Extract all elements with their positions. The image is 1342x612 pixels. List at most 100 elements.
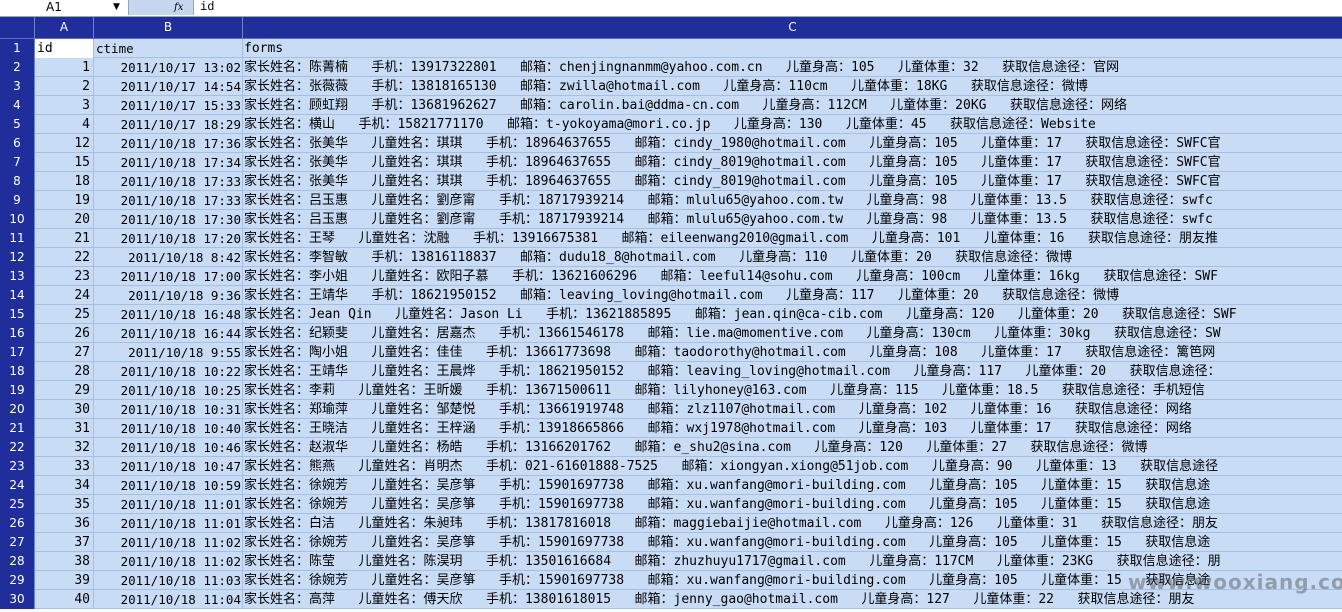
cell-ctime[interactable]: 2011/10/18 16:44 <box>94 324 243 343</box>
cell-ctime[interactable]: 2011/10/18 10:46 <box>94 438 243 457</box>
cell-id[interactable]: 35 <box>35 495 94 514</box>
cell-forms[interactable]: 家长姓名：徐婉芳 儿童姓名：吴彦箏 手机：15901697738 邮箱：xu.w… <box>243 476 1342 495</box>
row-header[interactable]: 8 <box>0 172 35 191</box>
row-header[interactable]: 26 <box>0 514 35 533</box>
cell-forms[interactable]: 家长姓名：吕玉惠 儿童姓名：劉彦甯 手机：18717939214 邮箱：mlul… <box>243 191 1342 210</box>
cell-id[interactable]: 32 <box>35 438 94 457</box>
row-header[interactable]: 25 <box>0 495 35 514</box>
cell-ctime[interactable]: 2011/10/18 17:33 <box>94 172 243 191</box>
row-header[interactable]: 27 <box>0 533 35 552</box>
cell-forms[interactable]: 家长姓名：徐婉芳 儿童姓名：吴彦箏 手机：15901697738 邮箱：xu.w… <box>243 495 1342 514</box>
row-header[interactable]: 29 <box>0 571 35 590</box>
row-header[interactable]: 24 <box>0 476 35 495</box>
cell-forms[interactable]: 家长姓名：徐婉芳 儿童姓名：吴彦箏 手机：15901697738 邮箱：xu.w… <box>243 533 1342 552</box>
cell-ctime[interactable]: 2011/10/18 11:01 <box>94 514 243 533</box>
column-header-c[interactable]: C <box>243 17 1342 38</box>
cell-ctime[interactable]: 2011/10/18 16:48 <box>94 305 243 324</box>
cell-ctime[interactable]: 2011/10/17 13:02 <box>94 58 243 77</box>
cell-id[interactable]: 33 <box>35 457 94 476</box>
cell-forms[interactable]: 家长姓名：陈菁楠 手机：13917322801 邮箱：chenjingnanmm… <box>243 58 1342 77</box>
cell-forms[interactable]: 家长姓名：张美华 儿童姓名：琪琪 手机：18964637655 邮箱：cindy… <box>243 153 1342 172</box>
row-header[interactable]: 1 <box>0 39 35 58</box>
name-box[interactable]: A1 ▼ <box>0 0 129 15</box>
cell-forms[interactable]: 家长姓名：李小姐 儿童姓名：欧阳子慕 手机：13621606296 邮箱：lee… <box>243 267 1342 286</box>
cell-id[interactable]: 37 <box>35 533 94 552</box>
column-header-b[interactable]: B <box>94 17 243 38</box>
cell-ctime[interactable]: 2011/10/18 17:00 <box>94 267 243 286</box>
column-header-a[interactable]: A <box>35 17 94 38</box>
cell-forms[interactable]: 家长姓名：张美华 儿童姓名：琪琪 手机：18964637655 邮箱：cindy… <box>243 172 1342 191</box>
row-header[interactable]: 12 <box>0 248 35 267</box>
cell-forms[interactable]: 家长姓名：顾虹翔 手机：13681962627 邮箱：carolin.bai@d… <box>243 96 1342 115</box>
cell-ctime[interactable]: 2011/10/18 9:55 <box>94 343 243 362</box>
cell-forms[interactable]: 家长姓名：吕玉惠 儿童姓名：劉彦甯 手机：18717939214 邮箱：mlul… <box>243 210 1342 229</box>
cell-b1[interactable]: ctime <box>94 39 243 58</box>
cell-forms[interactable]: 家长姓名：王琴 儿童姓名：沈融 手机：13916675381 邮箱：eileen… <box>243 229 1342 248</box>
cell-forms[interactable]: 家长姓名：陈莹 儿童姓名：陈淏玥 手机：13501616684 邮箱：zhuzh… <box>243 552 1342 571</box>
cell-ctime[interactable]: 2011/10/18 11:03 <box>94 571 243 590</box>
cell-ctime[interactable]: 2011/10/17 14:54 <box>94 77 243 96</box>
cell-ctime[interactable]: 2011/10/18 11:04 <box>94 590 243 609</box>
cell-ctime[interactable]: 2011/10/17 18:29 <box>94 115 243 134</box>
cell-forms[interactable]: 家长姓名：李莉 儿童姓名：王昕媛 手机：13671500611 邮箱：lilyh… <box>243 381 1342 400</box>
cell-forms[interactable]: 家长姓名：赵淑华 儿童姓名：杨皓 手机：13166201762 邮箱：e_shu… <box>243 438 1342 457</box>
cell-id[interactable]: 19 <box>35 191 94 210</box>
cell-ctime[interactable]: 2011/10/18 17:36 <box>94 134 243 153</box>
cell-forms[interactable]: 家长姓名：白洁 儿童姓名：朱昶玮 手机：13817816018 邮箱：maggi… <box>243 514 1342 533</box>
row-header[interactable]: 23 <box>0 457 35 476</box>
cell-ctime[interactable]: 2011/10/18 8:42 <box>94 248 243 267</box>
cell-ctime[interactable]: 2011/10/18 9:36 <box>94 286 243 305</box>
cell-ctime[interactable]: 2011/10/17 15:33 <box>94 96 243 115</box>
cell-id[interactable]: 15 <box>35 153 94 172</box>
cell-ctime[interactable]: 2011/10/18 11:02 <box>94 552 243 571</box>
cell-forms[interactable]: 家长姓名：纪颖斐 儿童姓名：居嘉杰 手机：13661546178 邮箱：lie.… <box>243 324 1342 343</box>
cell-forms[interactable]: 家长姓名：王靖华 儿童姓名：王晨烨 手机：18621950152 邮箱：leav… <box>243 362 1342 381</box>
cell-ctime[interactable]: 2011/10/18 11:01 <box>94 495 243 514</box>
cell-ctime[interactable]: 2011/10/18 11:02 <box>94 533 243 552</box>
row-header[interactable]: 11 <box>0 229 35 248</box>
cell-id[interactable]: 23 <box>35 267 94 286</box>
row-header[interactable]: 6 <box>0 134 35 153</box>
cell-ctime[interactable]: 2011/10/18 17:30 <box>94 210 243 229</box>
row-header[interactable]: 2 <box>0 58 35 77</box>
row-header[interactable]: 3 <box>0 77 35 96</box>
cell-ctime[interactable]: 2011/10/18 10:47 <box>94 457 243 476</box>
cell-id[interactable]: 3 <box>35 96 94 115</box>
cell-id[interactable]: 39 <box>35 571 94 590</box>
cell-forms[interactable]: 家长姓名：Jean Qin 儿童姓名：Jason Li 手机：136218858… <box>243 305 1342 324</box>
cell-id[interactable]: 31 <box>35 419 94 438</box>
cell-ctime[interactable]: 2011/10/18 10:25 <box>94 381 243 400</box>
cell-id[interactable]: 28 <box>35 362 94 381</box>
row-header[interactable]: 10 <box>0 210 35 229</box>
row-header[interactable]: 9 <box>0 191 35 210</box>
cell-id[interactable]: 26 <box>35 324 94 343</box>
row-header[interactable]: 13 <box>0 267 35 286</box>
cell-forms[interactable]: 家长姓名：李智敏 手机：13816118837 邮箱：dudu18_8@hotm… <box>243 248 1342 267</box>
cell-forms[interactable]: 家长姓名：熊燕 儿童姓名：肖明杰 手机：021-61601888-7525 邮箱… <box>243 457 1342 476</box>
row-header[interactable]: 21 <box>0 419 35 438</box>
cell-id[interactable]: 4 <box>35 115 94 134</box>
row-header[interactable]: 22 <box>0 438 35 457</box>
cell-forms[interactable]: 家长姓名：王晓洁 儿童姓名：王梓涵 手机：13918665866 邮箱：wxj1… <box>243 419 1342 438</box>
formula-input[interactable]: id <box>200 0 214 15</box>
cell-forms[interactable]: 家长姓名：郑瑜萍 儿童姓名：邹楚悦 手机：13661919748 邮箱：zlz1… <box>243 400 1342 419</box>
cell-forms[interactable]: 家长姓名：张薇薇 手机：13818165130 邮箱：zwilla@hotmai… <box>243 77 1342 96</box>
cell-id[interactable]: 20 <box>35 210 94 229</box>
cell-id[interactable]: 36 <box>35 514 94 533</box>
row-header[interactable]: 5 <box>0 115 35 134</box>
row-header[interactable]: 19 <box>0 381 35 400</box>
cell-ctime[interactable]: 2011/10/18 10:59 <box>94 476 243 495</box>
cell-id[interactable]: 38 <box>35 552 94 571</box>
cell-id[interactable]: 34 <box>35 476 94 495</box>
cell-id[interactable]: 24 <box>35 286 94 305</box>
cell-id[interactable]: 27 <box>35 343 94 362</box>
cell-id[interactable]: 30 <box>35 400 94 419</box>
cell-ctime[interactable]: 2011/10/18 17:20 <box>94 229 243 248</box>
select-all-corner[interactable] <box>0 17 35 38</box>
cell-id[interactable]: 18 <box>35 172 94 191</box>
function-icon[interactable]: fx <box>174 0 183 15</box>
cell-id[interactable]: 1 <box>35 58 94 77</box>
cell-forms[interactable]: 家长姓名：张美华 儿童姓名：琪琪 手机：18964637655 邮箱：cindy… <box>243 134 1342 153</box>
cell-ctime[interactable]: 2011/10/18 10:22 <box>94 362 243 381</box>
cell-ctime[interactable]: 2011/10/18 10:31 <box>94 400 243 419</box>
